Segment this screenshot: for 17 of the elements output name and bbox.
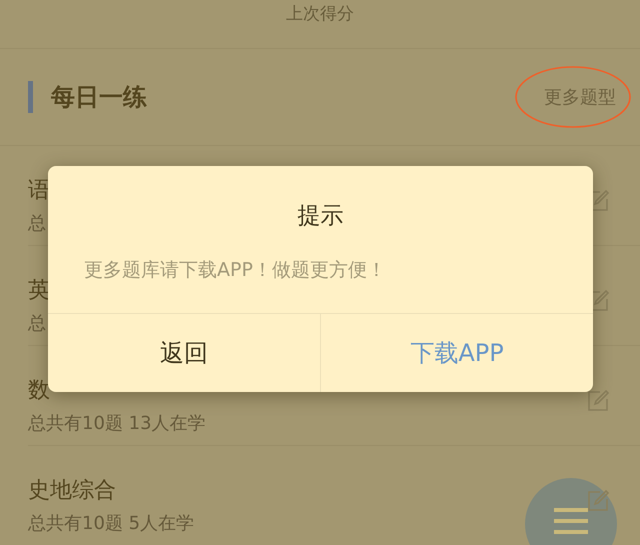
back-button[interactable]: 返回 <box>48 314 320 392</box>
section-title: 每日一练 <box>51 82 148 113</box>
subject-title: 史地综合 <box>28 477 116 505</box>
subject-info: 总 <box>28 312 46 335</box>
subject-info: 总 <box>28 212 46 235</box>
dialog-message: 更多题库请下载APP！做题更方便！ <box>83 258 387 283</box>
subject-info: 总共有10题 13人在学 <box>28 412 206 435</box>
subject-info: 总共有10题 5人在学 <box>28 512 194 535</box>
download-button[interactable]: 下载APP <box>320 314 593 392</box>
menu-icon <box>554 508 588 534</box>
last-score-label: 上次得分 <box>286 3 354 25</box>
dialog-title: 提示 <box>296 202 344 231</box>
menu-button[interactable] <box>525 478 617 545</box>
accent-bar <box>28 81 33 113</box>
subject-title: 语 <box>28 177 50 205</box>
subject-title: 英 <box>28 277 50 305</box>
subject-title: 数 <box>28 377 50 405</box>
